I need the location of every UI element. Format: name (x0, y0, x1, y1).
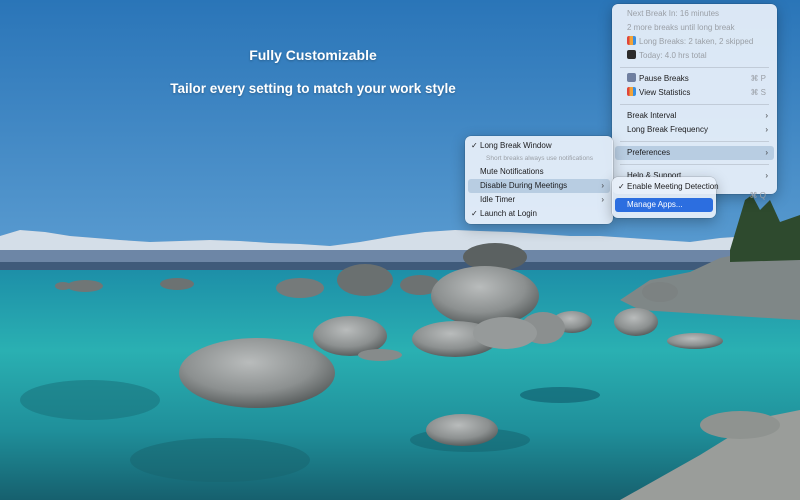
pause-breaks-item[interactable]: Pause Breaks ⌘ P (615, 72, 774, 86)
breaks-until-long-status: 2 more breaks until long break (627, 23, 735, 32)
long-breaks-status: Long Breaks: 2 taken, 2 skipped (615, 35, 774, 49)
pause-icon (627, 73, 636, 82)
long-break-frequency-label: Long Break Frequency (627, 125, 708, 134)
clock-icon (627, 50, 636, 59)
chevron-right-icon: › (765, 111, 768, 120)
break-interval-item[interactable]: Break Interval › (615, 109, 774, 123)
preferences-submenu: ✓ Long Break Window Short breaks always u… (465, 136, 613, 224)
meeting-submenu: ✓ Enable Meeting Detection Manage Apps... (612, 177, 719, 218)
preferences-label: Preferences (627, 148, 671, 157)
enable-meeting-detection-label: Enable Meeting Detection (627, 182, 719, 191)
quit-shortcut: ⌘ Q (749, 191, 766, 200)
break-interval-label: Break Interval (627, 111, 677, 120)
headline-title: Fully Customizable (249, 47, 377, 63)
chevron-right-icon: › (765, 125, 768, 134)
disable-during-meetings-item[interactable]: Disable During Meetings › (468, 179, 610, 193)
view-statistics-label: View Statistics (639, 88, 691, 97)
statistics-icon (627, 87, 636, 96)
checkmark-icon: ✓ (471, 141, 478, 150)
long-break-frequency-item[interactable]: Long Break Frequency › (615, 123, 774, 137)
checkmark-icon: ✓ (471, 209, 478, 218)
idle-timer-item[interactable]: Idle Timer › (468, 193, 610, 207)
idle-timer-label: Idle Timer (480, 195, 516, 204)
pause-breaks-label: Pause Breaks (639, 74, 689, 83)
launch-at-login-label: Launch at Login (480, 209, 537, 218)
disable-during-meetings-label: Disable During Meetings (480, 181, 568, 190)
mute-notifications-item[interactable]: Mute Notifications (468, 165, 610, 179)
enable-meeting-detection-item[interactable]: ✓ Enable Meeting Detection (615, 180, 719, 194)
menu-divider (620, 141, 769, 142)
menu-divider (620, 164, 769, 165)
main-menu: Next Break In: 16 minutes 2 more breaks … (612, 4, 777, 200)
chevron-right-icon: › (601, 181, 604, 190)
long-breaks-status-label: Long Breaks: 2 taken, 2 skipped (639, 37, 754, 46)
preferences-item[interactable]: Preferences › (615, 146, 774, 160)
headline-subtitle: Tailor every setting to match your work … (170, 81, 456, 96)
chevron-right-icon: › (765, 148, 768, 157)
view-statistics-item[interactable]: View Statistics ⌘ S (615, 86, 774, 100)
manage-apps-label: Manage Apps... (627, 200, 683, 209)
menu-divider (620, 67, 769, 68)
next-break-status: Next Break In: 16 minutes (627, 9, 720, 18)
statistics-shortcut: ⌘ S (750, 88, 766, 97)
today-total-status: Today: 4.0 hrs total (615, 49, 774, 63)
pause-shortcut: ⌘ P (750, 74, 766, 83)
today-total-status-label: Today: 4.0 hrs total (639, 51, 707, 60)
chevron-right-icon: › (601, 195, 604, 204)
mute-notifications-label: Mute Notifications (480, 167, 544, 176)
launch-at-login-item[interactable]: ✓ Launch at Login (468, 207, 610, 221)
long-break-window-label: Long Break Window (480, 141, 552, 150)
long-break-window-item[interactable]: ✓ Long Break Window (468, 139, 610, 153)
manage-apps-item[interactable]: Manage Apps... (615, 198, 713, 212)
bar-chart-icon (627, 36, 636, 45)
chevron-right-icon: › (765, 171, 768, 180)
menu-divider (620, 104, 769, 105)
long-break-hint: Short breaks always use notifications (486, 155, 593, 162)
checkmark-icon: ✓ (618, 182, 625, 191)
